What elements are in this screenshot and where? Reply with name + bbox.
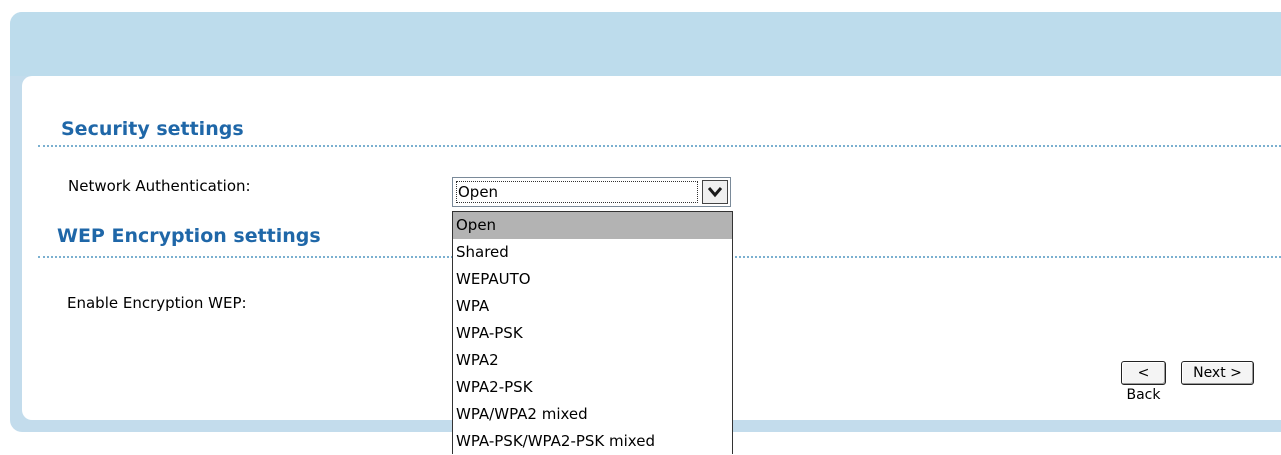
chevron-down-icon: [708, 187, 722, 198]
option-wpa-psk[interactable]: WPA-PSK: [453, 320, 732, 347]
option-wpa2-psk[interactable]: WPA2-PSK: [453, 374, 732, 401]
panel-header: [10, 12, 1281, 76]
option-wpa[interactable]: WPA: [453, 293, 732, 320]
back-button[interactable]: < Back: [1121, 361, 1166, 403]
next-button[interactable]: Next >: [1181, 361, 1254, 385]
network-authentication-value: Open: [456, 181, 698, 203]
network-authentication-options: Open Shared WEPAUTO WPA WPA-PSK WPA2 WPA…: [452, 211, 733, 454]
network-authentication-select[interactable]: Open: [452, 177, 731, 207]
section-title-wep: WEP Encryption settings: [57, 225, 321, 247]
enable-encryption-wep-label: Enable Encryption WEP:: [67, 294, 247, 312]
option-wpa2[interactable]: WPA2: [453, 347, 732, 374]
option-shared[interactable]: Shared: [453, 239, 732, 266]
section-divider-security: [38, 145, 1281, 147]
option-wpa-wpa2-mixed[interactable]: WPA/WPA2 mixed: [453, 401, 732, 428]
network-authentication-label: Network Authentication:: [68, 177, 251, 195]
dropdown-button[interactable]: [702, 180, 728, 204]
option-wepauto[interactable]: WEPAUTO: [453, 266, 732, 293]
section-title-security: Security settings: [61, 118, 244, 140]
option-wpa-psk-wpa2-psk-mixed[interactable]: WPA-PSK/WPA2-PSK mixed: [453, 428, 732, 455]
option-open[interactable]: Open: [453, 212, 732, 239]
